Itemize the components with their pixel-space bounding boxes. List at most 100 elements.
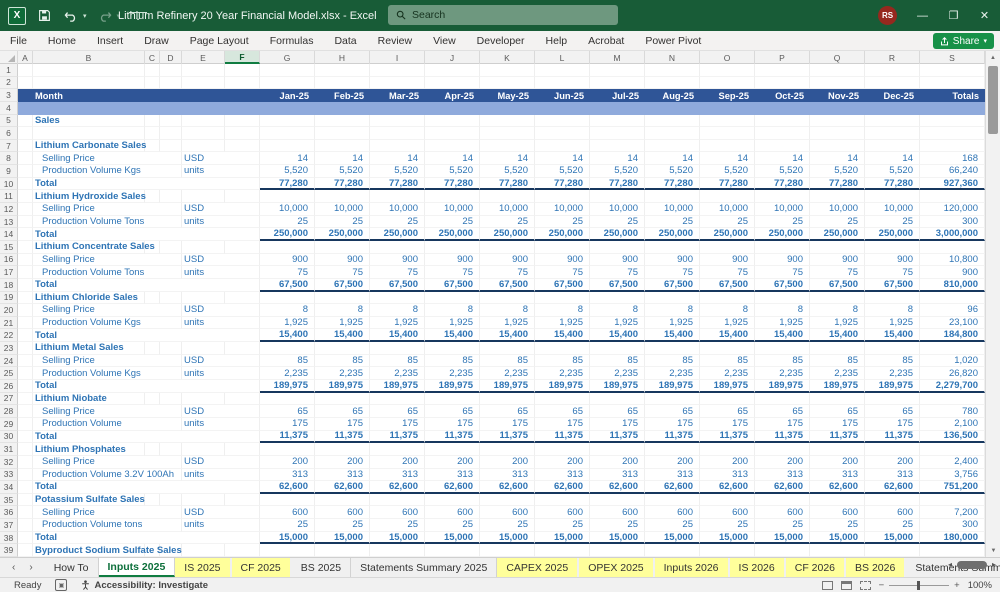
cell[interactable]: 67,500 (865, 278, 920, 292)
cell[interactable]: 8 (700, 304, 755, 317)
cell[interactable]: 85 (370, 354, 425, 368)
unit-label[interactable]: units (182, 417, 260, 431)
cell[interactable] (920, 76, 985, 90)
cell[interactable]: 189,975 (700, 380, 755, 393)
line-item-label[interactable]: Production Volume Tons (33, 215, 182, 229)
cell[interactable]: 65 (535, 405, 590, 418)
cell[interactable]: 15,000 (480, 531, 535, 545)
cell[interactable] (920, 240, 985, 254)
cell[interactable] (535, 114, 590, 128)
total-label[interactable]: Total (33, 228, 260, 241)
cell[interactable]: 751,200 (920, 481, 985, 494)
cell[interactable]: 15,000 (370, 531, 425, 545)
column-header-s[interactable]: S (920, 51, 985, 64)
line-item-label[interactable]: Production Volume tons (33, 519, 182, 532)
cell[interactable]: 25 (755, 519, 810, 532)
cell[interactable] (315, 76, 370, 90)
cell[interactable] (920, 392, 985, 406)
cell[interactable]: 5,520 (645, 165, 700, 178)
line-item-label[interactable]: Selling Price (33, 455, 182, 469)
row-number[interactable]: 5 (0, 114, 18, 128)
cell[interactable] (160, 114, 182, 128)
row-number[interactable]: 7 (0, 139, 18, 153)
cell[interactable] (260, 139, 315, 153)
cell[interactable] (755, 291, 810, 305)
share-button[interactable]: Share ▾ (932, 33, 994, 49)
cell[interactable] (18, 304, 33, 317)
cell[interactable] (260, 342, 315, 355)
cell[interactable]: 1,925 (370, 316, 425, 330)
cell[interactable] (810, 240, 865, 254)
cell[interactable] (18, 367, 33, 381)
sheet-tab-is-2025[interactable]: IS 2025 (175, 558, 232, 577)
cell[interactable] (755, 544, 810, 557)
cell[interactable]: 600 (370, 506, 425, 520)
unit-label[interactable]: units (182, 367, 260, 381)
cell[interactable] (645, 114, 700, 128)
cell[interactable] (145, 443, 160, 456)
cell[interactable]: 250,000 (590, 228, 645, 241)
cell[interactable] (145, 139, 160, 153)
cell[interactable]: 8 (645, 304, 700, 317)
cell[interactable]: 5,520 (865, 165, 920, 178)
cell[interactable] (700, 291, 755, 305)
column-header-c[interactable]: C (145, 51, 160, 64)
line-item-label[interactable]: Production Volume Tons (33, 266, 182, 279)
cell[interactable]: 67,500 (315, 278, 370, 292)
view-normal-icon[interactable] (821, 580, 833, 590)
cell[interactable]: 600 (810, 506, 865, 520)
cell[interactable] (645, 392, 700, 406)
cell[interactable] (425, 392, 480, 406)
row-number[interactable]: 26 (0, 380, 18, 393)
cell[interactable]: 25 (810, 215, 865, 229)
cell[interactable] (18, 430, 33, 444)
cell[interactable] (425, 443, 480, 456)
cell[interactable]: 62,600 (425, 481, 480, 494)
cell[interactable]: 67,500 (425, 278, 480, 292)
cell[interactable] (480, 76, 535, 90)
cell[interactable] (480, 493, 535, 507)
cell[interactable]: 75 (865, 266, 920, 279)
cell[interactable] (425, 493, 480, 507)
cell[interactable] (425, 64, 480, 77)
cell[interactable] (480, 291, 535, 305)
cell[interactable]: 11,375 (535, 430, 590, 444)
cell[interactable] (315, 443, 370, 456)
cell[interactable] (315, 127, 370, 140)
cell[interactable]: 10,000 (810, 203, 865, 216)
cell[interactable]: 25 (645, 215, 700, 229)
cell[interactable] (865, 342, 920, 355)
scroll-up-icon[interactable]: ▲ (986, 51, 1000, 64)
cell[interactable]: 927,360 (920, 177, 985, 191)
cell[interactable]: 14 (755, 152, 810, 166)
cell[interactable] (18, 443, 33, 456)
cell[interactable]: 175 (535, 417, 590, 431)
cell[interactable]: 14 (590, 152, 645, 166)
column-header-q[interactable]: Q (810, 51, 865, 64)
row-number[interactable]: 18 (0, 278, 18, 292)
cell[interactable]: 15,400 (810, 329, 865, 343)
cell[interactable] (18, 240, 33, 254)
cell[interactable] (865, 240, 920, 254)
cell[interactable] (755, 114, 810, 128)
ribbon-tab-file[interactable]: File (10, 35, 27, 47)
cell[interactable]: 1,925 (755, 316, 810, 330)
cell[interactable]: 5,520 (260, 165, 315, 178)
cell[interactable] (920, 139, 985, 153)
cell[interactable] (480, 127, 535, 140)
column-header-b[interactable]: B (33, 51, 145, 64)
section-label[interactable]: Byproduct Sodium Sulfate Sales (33, 544, 182, 557)
cell[interactable] (645, 190, 700, 204)
cell[interactable] (425, 76, 480, 90)
cell[interactable] (315, 342, 370, 355)
cell[interactable]: 200 (425, 455, 480, 469)
cell[interactable]: 11,375 (700, 430, 755, 444)
cell[interactable] (18, 64, 33, 77)
zoom-slider[interactable]: − + (879, 580, 960, 591)
cell[interactable]: 67,500 (260, 278, 315, 292)
cell[interactable]: 600 (315, 506, 370, 520)
cell[interactable]: 2,235 (865, 367, 920, 381)
cell[interactable]: 65 (865, 405, 920, 418)
cell[interactable] (18, 519, 33, 532)
cell[interactable] (920, 190, 985, 204)
